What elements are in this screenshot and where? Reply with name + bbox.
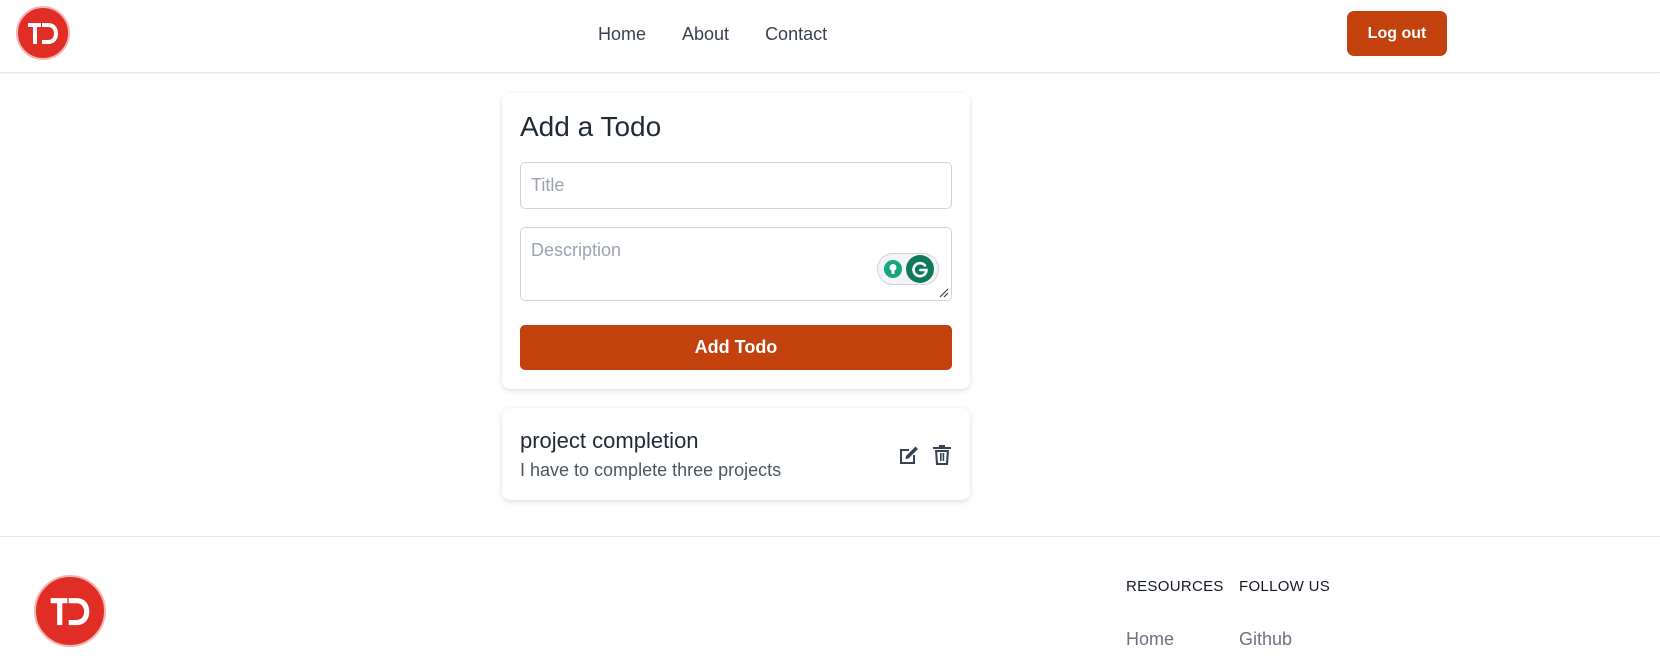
lightbulb-icon [884, 260, 902, 278]
grammarly-icon[interactable] [877, 253, 939, 285]
footer-home-link[interactable]: Home [1126, 629, 1224, 650]
add-todo-card: Add a Todo Add Todo [502, 93, 970, 389]
nav-about-link[interactable]: About [682, 22, 729, 46]
nav-home-link[interactable]: Home [598, 22, 646, 46]
logo-icon[interactable] [16, 6, 70, 60]
footer-follow-heading: FOLLOW US [1239, 578, 1331, 595]
todo-title-input[interactable] [520, 162, 952, 209]
footer-follow-column: FOLLOW US Github [1239, 577, 1330, 650]
todo-item-title: project completion [520, 428, 699, 453]
resize-handle-icon[interactable] [939, 288, 949, 298]
site-header: Home About Contact Log out [0, 0, 1660, 73]
todo-item-description: I have to complete three projects [520, 460, 782, 480]
footer-logo-icon[interactable] [34, 575, 106, 647]
trash-icon[interactable] [929, 442, 955, 468]
todo-item: project completion I have to complete th… [502, 408, 970, 500]
logout-button[interactable]: Log out [1347, 11, 1447, 56]
site-footer: RESOURCES Home FOLLOW US Github [0, 536, 1660, 670]
footer-resources-heading: RESOURCES [1126, 578, 1224, 595]
nav-contact-link[interactable]: Contact [765, 22, 827, 46]
footer-resources-column: RESOURCES Home [1126, 577, 1224, 650]
footer-github-link[interactable]: Github [1239, 629, 1330, 650]
add-todo-heading: Add a Todo [520, 111, 662, 142]
edit-icon[interactable] [896, 442, 922, 468]
grammarly-logo-icon [906, 255, 934, 283]
main-nav: Home About Contact [598, 22, 827, 46]
add-todo-button[interactable]: Add Todo [520, 325, 952, 370]
